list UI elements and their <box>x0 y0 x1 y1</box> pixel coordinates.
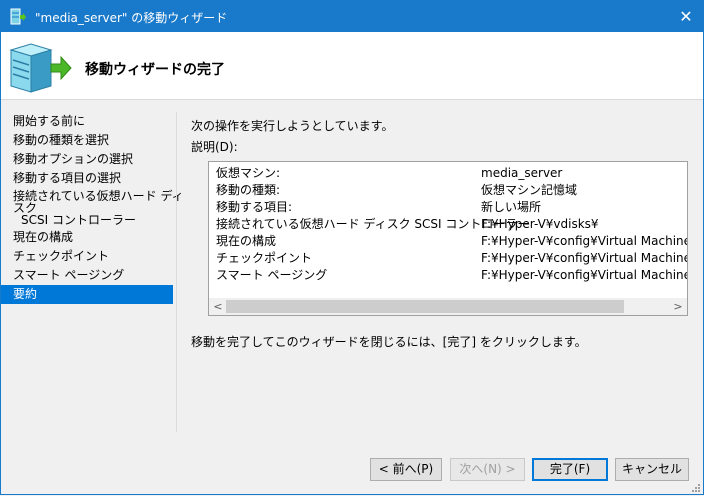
nav-step-current-config[interactable]: 現在の構成 <box>1 228 173 247</box>
summary-key: 仮想マシン: <box>216 166 281 180</box>
finish-instruction: 移動を完了してこのウィザードを閉じるには、[完了] をクリックします。 <box>191 335 587 349</box>
window-title: "media_server" の移動ウィザード <box>35 11 228 25</box>
scrollbar-thumb[interactable] <box>226 300 624 313</box>
summary-key: 現在の構成 <box>216 234 277 248</box>
summary-key: 移動する項目: <box>216 200 293 214</box>
description-label: 説明(D): <box>191 140 238 154</box>
resize-grip-icon[interactable] <box>691 482 701 492</box>
summary-value: media_server <box>481 166 563 180</box>
finish-button[interactable]: 完了(F) <box>532 458 608 481</box>
nav-step-attached-vhd-scsi[interactable]: 接続されている仮想ハード ディ スク SCSI コントローラー <box>1 188 184 228</box>
nav-step-checkpoints[interactable]: チェックポイント <box>1 247 173 266</box>
summary-value: F:¥Hyper-V¥config¥Virtual Machines¥media <box>481 234 688 248</box>
back-button[interactable]: < 前へ(P) <box>370 458 442 481</box>
close-icon[interactable]: ✕ <box>669 1 703 32</box>
summary-value: 新しい場所 <box>481 200 542 214</box>
summary-value: F:¥Hyper-V¥config¥Virtual Machines¥media <box>481 251 688 265</box>
nav-divider <box>176 112 177 432</box>
next-button[interactable]: 次へ(N) > <box>450 458 525 481</box>
title-bar: "media_server" の移動ウィザード ✕ <box>1 1 703 32</box>
description-box[interactable]: 仮想マシン: media_server 移動の種類: 仮想マシン記憶域 移動する… <box>208 161 688 316</box>
scroll-right-icon[interactable]: > <box>671 298 685 315</box>
summary-value: F:¥Hyper-V¥config¥Virtual Machines¥media <box>481 268 688 282</box>
scroll-left-icon[interactable]: < <box>211 298 225 315</box>
horizontal-scrollbar[interactable]: < > <box>209 298 687 315</box>
hyper-v-app-icon <box>10 8 26 25</box>
nav-step-smart-paging[interactable]: スマート ページング <box>1 266 173 285</box>
nav-step-summary[interactable]: 要約 <box>1 285 173 304</box>
intro-text: 次の操作を実行しようとしています。 <box>191 119 394 133</box>
wizard-window: "media_server" の移動ウィザード ✕ 移動ウィザードの完了 開始す… <box>0 0 704 495</box>
nav-step-label-line: SCSI コントローラー <box>21 213 136 227</box>
server-move-icon <box>7 40 73 94</box>
wizard-header: 移動ウィザードの完了 <box>1 32 703 100</box>
nav-step-move-options[interactable]: 移動オプションの選択 <box>1 150 173 169</box>
nav-step-label-line: 接続されている仮想ハード ディ <box>13 189 184 203</box>
summary-key: スマート ページング <box>216 268 328 282</box>
nav-step-before-you-begin[interactable]: 開始する前に <box>1 112 173 131</box>
page-title: 移動ウィザードの完了 <box>85 62 225 78</box>
summary-value: F:¥Hyper-V¥vdisks¥ <box>481 217 599 231</box>
nav-step-move-type[interactable]: 移動の種類を選択 <box>1 131 173 150</box>
summary-value: 仮想マシン記憶域 <box>481 183 578 197</box>
nav-step-items-to-move[interactable]: 移動する項目の選択 <box>1 169 173 188</box>
summary-key: チェックポイント <box>216 251 313 265</box>
wizard-steps-nav: 開始する前に 移動の種類を選択 移動オプションの選択 移動する項目の選択 接続さ… <box>1 112 184 304</box>
cancel-button[interactable]: キャンセル <box>615 458 689 481</box>
summary-key: 移動の種類: <box>216 183 281 197</box>
